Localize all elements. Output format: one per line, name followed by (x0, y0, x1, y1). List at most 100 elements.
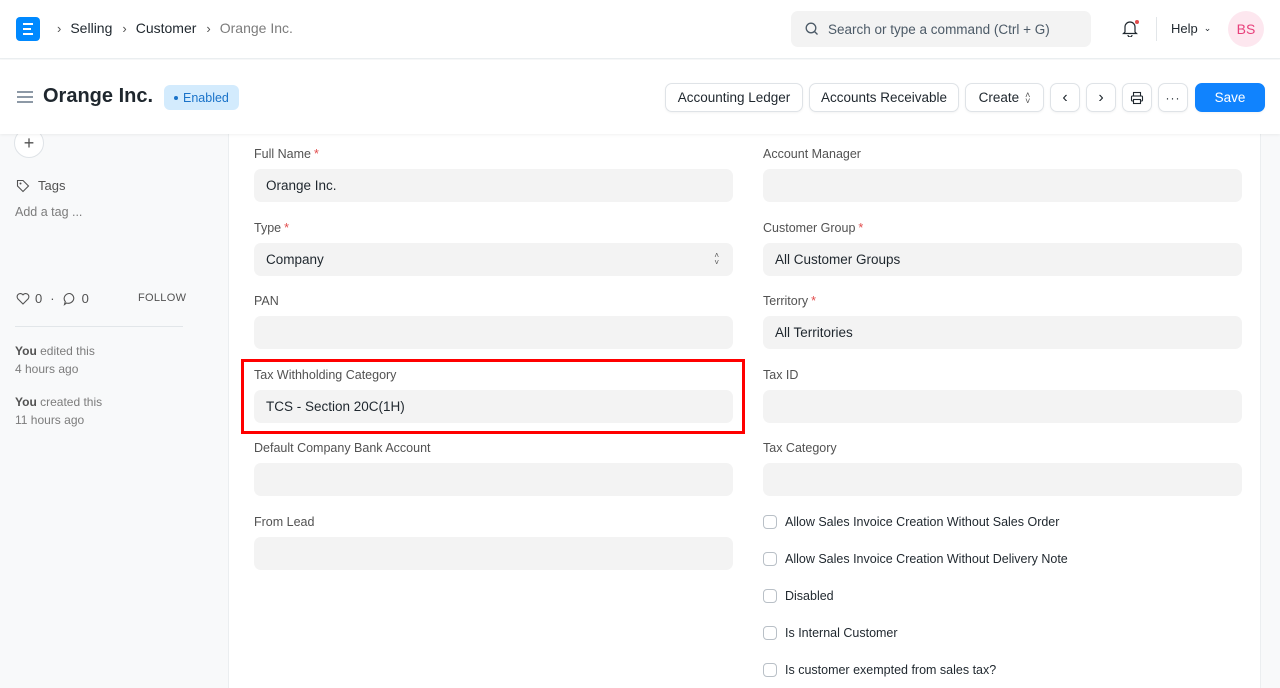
chevron-right-icon: › (1098, 88, 1104, 106)
tag-icon (16, 179, 30, 192)
checkbox[interactable] (763, 663, 777, 677)
chevron-left-icon: ‹ (1062, 88, 1068, 106)
activity-action: created this (36, 395, 103, 409)
activity-time: 11 hours ago (15, 413, 85, 427)
tax-withholding-category-input[interactable]: TCS - Section 20C(1H) (254, 390, 733, 423)
customer-group-field: Customer Group * All Customer Groups (763, 221, 1242, 276)
likes-comments: 0 · 0 (16, 291, 89, 306)
account-manager-field: Account Manager (763, 147, 1242, 202)
checkbox-allow-invoice-without-dn[interactable]: Allow Sales Invoice Creation Without Del… (763, 552, 1068, 566)
navbar-divider (1156, 17, 1157, 41)
activity-time: 4 hours ago (15, 362, 79, 376)
page-header: Orange Inc. Enabled Accounting Ledger Ac… (0, 60, 1280, 134)
accounts-receivable-button[interactable]: Accounts Receivable (809, 83, 959, 112)
status-badge: Enabled (164, 85, 239, 110)
field-label: Tax ID (763, 368, 799, 382)
tax-withholding-category-field: Tax Withholding Category TCS - Section 2… (254, 368, 733, 423)
tax-id-field: Tax ID (763, 368, 1242, 423)
tax-category-input[interactable] (763, 463, 1242, 496)
pan-input[interactable] (254, 316, 733, 349)
field-label: PAN (254, 294, 279, 308)
customer-group-input[interactable]: All Customer Groups (763, 243, 1242, 276)
heart-icon[interactable] (16, 292, 30, 305)
add-tag-link[interactable]: Add a tag ... (15, 205, 82, 219)
updown-chevron-icon: ˄ ˅ (1025, 89, 1031, 106)
default-company-bank-account-input[interactable] (254, 463, 733, 496)
type-select[interactable]: Company ˄ ˅ (254, 243, 733, 276)
full-name-input[interactable]: Orange Inc. (254, 169, 733, 202)
search-icon (805, 22, 818, 35)
tags-label: Tags (38, 178, 66, 193)
form-body: Full Name * Orange Inc. Type * Company ˄ ˅ P… (228, 134, 1261, 688)
field-label: Type * (254, 221, 289, 235)
checkbox-disabled[interactable]: Disabled (763, 589, 834, 603)
more-options-button[interactable]: ··· (1158, 83, 1188, 112)
account-manager-input[interactable] (763, 169, 1242, 202)
field-label: Tax Withholding Category (254, 368, 397, 382)
breadcrumb: › Selling › Customer › Orange Inc. (54, 20, 300, 36)
help-label: Help (1171, 21, 1198, 36)
tax-id-input[interactable] (763, 390, 1242, 423)
search-placeholder: Search or type a command (Ctrl + G) (828, 21, 1050, 37)
breadcrumb-current[interactable]: Orange Inc. (220, 20, 293, 36)
like-count: 0 (35, 291, 43, 306)
next-record-button[interactable]: › (1086, 83, 1116, 112)
activity-item: You created this 11 hours ago (15, 393, 102, 429)
checkbox-label: Allow Sales Invoice Creation Without Sal… (785, 515, 1060, 529)
save-button[interactable]: Save (1195, 83, 1265, 112)
scroll-rail (1261, 134, 1280, 688)
from-lead-input[interactable] (254, 537, 733, 570)
user-avatar[interactable]: BS (1228, 11, 1264, 47)
print-button[interactable] (1122, 83, 1152, 112)
checkbox-exempt-sales-tax[interactable]: Is customer exempted from sales tax? (763, 663, 996, 677)
field-label: Full Name * (254, 147, 319, 161)
field-label: Default Company Bank Account (254, 441, 431, 455)
comment-icon[interactable] (63, 292, 77, 306)
territory-input[interactable]: All Territories (763, 316, 1242, 349)
comment-count: 0 (81, 291, 89, 306)
checkbox-allow-invoice-without-so[interactable]: Allow Sales Invoice Creation Without Sal… (763, 515, 1059, 529)
notification-dot (1135, 20, 1139, 24)
breadcrumb-customer[interactable]: Customer (136, 20, 197, 36)
search-bar[interactable]: Search or type a command (Ctrl + G) (791, 11, 1091, 47)
chevron-down-icon: ⌄ (1203, 23, 1212, 33)
follow-button[interactable]: FOLLOW (138, 292, 186, 304)
field-label: Account Manager (763, 147, 861, 161)
checkbox[interactable] (763, 589, 777, 603)
activity-user: You (15, 395, 37, 409)
checkbox[interactable] (763, 626, 777, 640)
chevron-right-icon: › (122, 20, 127, 36)
field-label: Customer Group * (763, 221, 864, 235)
activity-item: You edited this 4 hours ago (15, 342, 95, 378)
checkbox-label: Is Internal Customer (785, 626, 898, 640)
type-field: Type * Company ˄ ˅ (254, 221, 733, 276)
help-dropdown[interactable]: Help ⌄ (1171, 21, 1211, 36)
field-label: From Lead (254, 515, 315, 529)
app-logo[interactable] (16, 17, 40, 41)
checkbox[interactable] (763, 515, 777, 529)
create-label: Create (978, 90, 1020, 105)
checkbox-label: Allow Sales Invoice Creation Without Del… (785, 552, 1068, 566)
full-name-field: Full Name * Orange Inc. (254, 147, 733, 202)
form-sidebar: + Tags Add a tag ... 0 · 0 FOLLOW You ed… (0, 128, 228, 688)
tax-category-field: Tax Category (763, 441, 1242, 496)
top-navbar: › Selling › Customer › Orange Inc. Searc… (0, 0, 1280, 59)
type-value: Company (266, 252, 324, 267)
activity-action: edited this (36, 344, 95, 358)
create-dropdown-button[interactable]: Create ˄ ˅ (965, 83, 1044, 112)
status-dot (174, 95, 178, 100)
checkbox-is-internal-customer[interactable]: Is Internal Customer (763, 626, 898, 640)
tags-section: Tags (16, 178, 65, 193)
sidebar-divider (15, 326, 183, 327)
checkbox[interactable] (763, 552, 777, 566)
status-label: Enabled (183, 90, 229, 105)
accounting-ledger-button[interactable]: Accounting Ledger (665, 83, 803, 112)
sidebar-toggle-icon[interactable] (17, 91, 33, 103)
from-lead-field: From Lead (254, 515, 733, 570)
field-label: Tax Category (763, 441, 837, 455)
previous-record-button[interactable]: ‹ (1050, 83, 1080, 112)
checkbox-label: Disabled (785, 589, 834, 603)
breadcrumb-selling[interactable]: Selling (70, 20, 112, 36)
territory-field: Territory * All Territories (763, 294, 1242, 349)
page-title: Orange Inc. (43, 85, 154, 107)
